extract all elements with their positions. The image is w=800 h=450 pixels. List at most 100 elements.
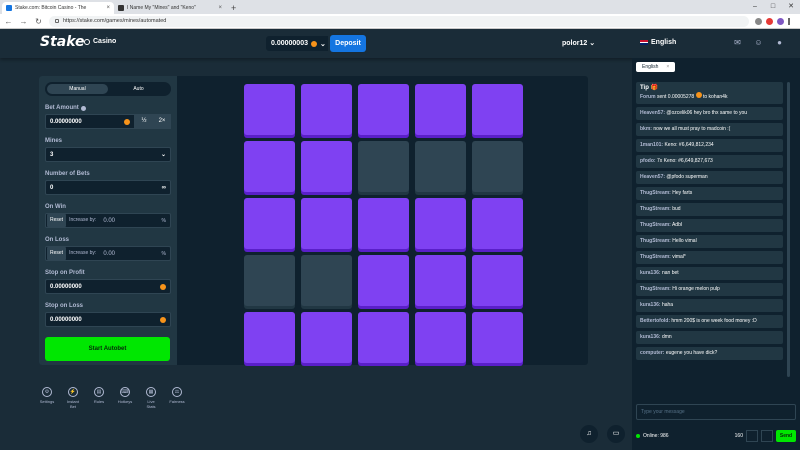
wallet-balance[interactable]: 0.00000003 ⌄ <box>266 36 328 51</box>
footer-live-stats[interactable]: ▦ Live Stats <box>143 387 159 409</box>
chat-username[interactable]: ThugStream: <box>640 238 671 244</box>
language-selector[interactable]: English <box>640 39 676 46</box>
new-tab-button[interactable]: + <box>226 2 241 14</box>
chat-username[interactable]: Heaven57: <box>640 174 665 180</box>
mine-tile[interactable] <box>244 198 295 249</box>
mine-tile[interactable] <box>358 84 409 135</box>
number-of-bets-input[interactable]: 0 ∞ <box>45 180 171 195</box>
chat-username[interactable]: kura136: <box>640 302 661 308</box>
on-loss-reset-button[interactable]: Reset <box>47 247 67 260</box>
start-autobet-button[interactable]: Start Autobet <box>45 337 170 361</box>
on-loss-input[interactable]: 0.00 <box>99 251 161 257</box>
mine-tile[interactable] <box>415 84 466 135</box>
on-win-input[interactable]: 0.00 <box>99 218 161 224</box>
headset-icon[interactable]: ♫ <box>580 425 598 443</box>
mine-tile[interactable] <box>358 312 409 363</box>
tip-sender[interactable]: Forum <box>640 94 656 100</box>
mine-tile[interactable] <box>472 312 523 363</box>
footer-rules[interactable]: ▤ Rules <box>91 387 107 409</box>
star-icon[interactable] <box>755 17 762 25</box>
mine-tile[interactable] <box>301 198 352 249</box>
chat-scrollbar[interactable] <box>787 82 790 377</box>
on-win-increase-button[interactable]: Increase by: <box>66 214 99 227</box>
chat-username[interactable]: pfodo: <box>640 158 656 164</box>
chat-username[interactable]: Heaven57: <box>640 110 665 116</box>
chat-username[interactable]: ThugStream: <box>640 254 671 260</box>
chat-username[interactable]: ThugStream: <box>640 190 671 196</box>
mine-tile[interactable] <box>301 312 352 363</box>
footer-settings[interactable]: ⚙ Settings <box>39 387 55 409</box>
on-win-reset-button[interactable]: Reset <box>47 214 67 227</box>
chat-username[interactable]: ThugStream: <box>640 222 671 228</box>
users-icon[interactable]: ☺ <box>754 38 763 47</box>
browser-tab-video[interactable]: I Name My "Mines" and "Keno" × <box>114 2 226 14</box>
mine-tile[interactable] <box>472 141 523 192</box>
chat-username[interactable]: ThugStream: <box>640 206 671 212</box>
tab-manual[interactable]: Manual <box>47 84 108 94</box>
url-field[interactable]: https://stake.com/games/mines/automated <box>49 15 749 27</box>
mine-tile[interactable] <box>358 255 409 306</box>
mine-tile[interactable] <box>358 198 409 249</box>
mine-tile[interactable] <box>244 141 295 192</box>
forward-icon[interactable]: → <box>19 17 28 26</box>
casino-link[interactable]: Casino <box>84 38 116 45</box>
browser-tab-stake[interactable]: Stake.com: Bitcoin Casino - The × <box>2 2 114 14</box>
half-bet-button[interactable]: ½ <box>135 114 153 129</box>
mine-tile[interactable] <box>415 255 466 306</box>
mine-tile[interactable] <box>415 312 466 363</box>
mine-tile[interactable] <box>301 255 352 306</box>
mine-tile[interactable] <box>244 312 295 363</box>
profile-avatar[interactable] <box>777 17 784 25</box>
deposit-button[interactable]: Deposit <box>330 35 366 52</box>
mine-tile[interactable] <box>472 198 523 249</box>
mine-tile[interactable] <box>415 198 466 249</box>
mine-tile[interactable] <box>472 255 523 306</box>
footer-instant-bet[interactable]: ⚡ Instant Bet <box>65 387 81 409</box>
mine-tile[interactable] <box>415 141 466 192</box>
chat-input[interactable]: Type your message <box>636 404 796 420</box>
mine-tile[interactable] <box>301 84 352 135</box>
chat-username[interactable]: bkm: <box>640 126 652 132</box>
chat-username[interactable]: kura136: <box>640 334 661 340</box>
minimize-icon[interactable]: – <box>746 0 764 14</box>
user-menu[interactable]: polor12 ⌄ <box>562 39 595 47</box>
mines-select[interactable]: 3 ⌄ <box>45 147 171 162</box>
reload-icon[interactable]: ↻ <box>34 17 43 26</box>
on-loss-increase-button[interactable]: Increase by: <box>66 247 99 260</box>
chat-username[interactable]: kura136: <box>640 270 661 276</box>
menu-icon[interactable] <box>788 17 790 25</box>
double-bet-button[interactable]: 2× <box>153 114 171 129</box>
settings-icon[interactable] <box>761 430 773 442</box>
maximize-icon[interactable]: □ <box>764 0 782 14</box>
mine-tile[interactable] <box>301 141 352 192</box>
send-button[interactable]: Send <box>776 430 796 442</box>
close-icon[interactable]: × <box>106 5 110 11</box>
chat-username[interactable]: ThugStream: <box>640 286 671 292</box>
bell-icon[interactable]: ● <box>775 38 784 47</box>
mine-tile[interactable] <box>472 84 523 135</box>
close-icon[interactable]: × <box>666 64 669 70</box>
extension-icon[interactable] <box>766 17 773 25</box>
mine-tile[interactable] <box>244 84 295 135</box>
stop-on-profit-input[interactable]: 0.00000000 <box>45 279 171 294</box>
infinity-icon[interactable]: ∞ <box>162 185 166 191</box>
footer-fairness[interactable]: ⚖ Fairness <box>169 387 185 409</box>
chat-username[interactable]: Bettertofold: <box>640 318 670 324</box>
footer-hotkeys[interactable]: ⌨ Hotkeys <box>117 387 133 409</box>
mine-tile[interactable] <box>358 141 409 192</box>
mail-icon[interactable]: ✉ <box>733 38 742 47</box>
chat-username[interactable]: computer: <box>640 350 664 356</box>
back-icon[interactable]: ← <box>4 17 13 26</box>
mine-tile[interactable] <box>244 255 295 306</box>
close-icon[interactable]: × <box>218 5 222 11</box>
stake-logo[interactable]: Stake <box>40 34 85 50</box>
tab-auto[interactable]: Auto <box>108 84 169 94</box>
chat-tab-english[interactable]: English × <box>636 62 676 72</box>
emoji-icon[interactable] <box>746 430 758 442</box>
bet-amount-input[interactable]: 0.00000000 <box>45 114 135 129</box>
chat-username[interactable]: 1man101: <box>640 142 663 148</box>
stop-on-loss-input[interactable]: 0.00000000 <box>45 312 171 327</box>
info-icon[interactable] <box>80 105 86 111</box>
window-close-icon[interactable]: ✕ <box>782 0 800 14</box>
chat-icon[interactable]: ▭ <box>607 425 625 443</box>
